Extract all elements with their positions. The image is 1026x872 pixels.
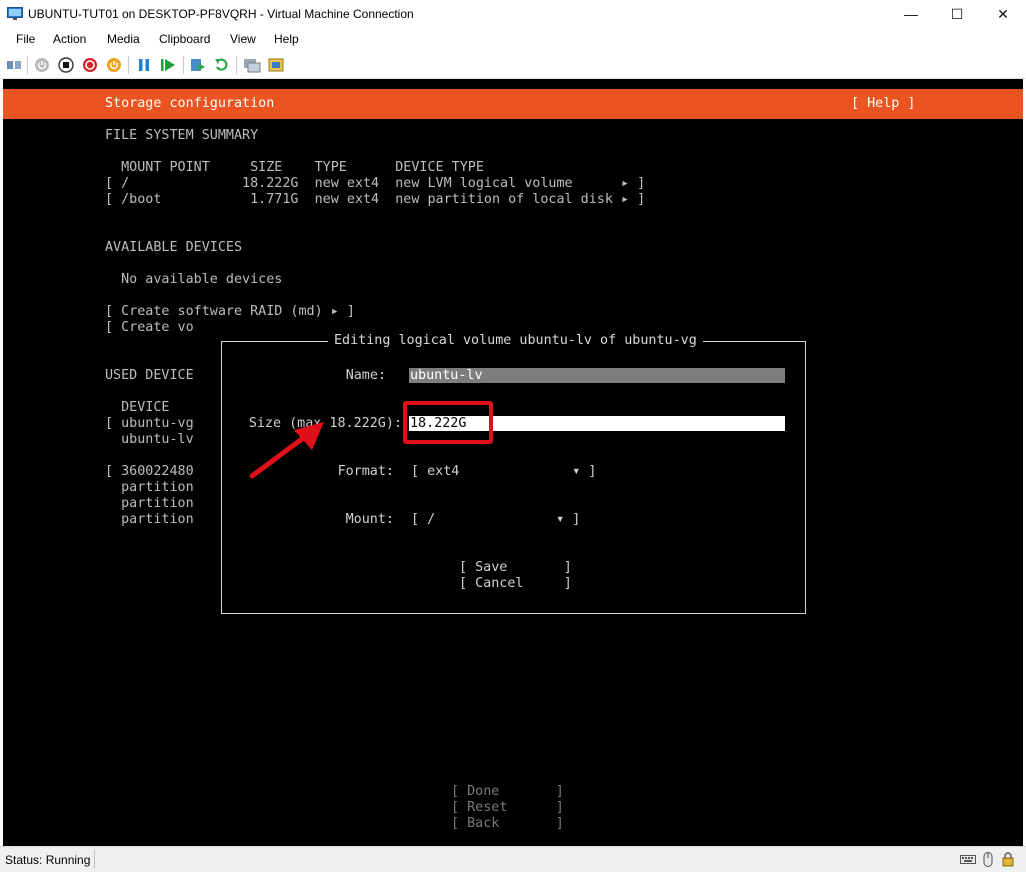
mount-select[interactable]: [ / ▾ ] xyxy=(411,512,580,528)
annotation-arrow-icon xyxy=(249,422,324,479)
used-device-line[interactable]: [ ubuntu-vg xyxy=(105,416,194,432)
done-button[interactable]: [ Done ] xyxy=(451,784,564,800)
installer-header: Storage configuration [ Help ] xyxy=(3,89,1023,119)
turn-off-icon[interactable] xyxy=(57,56,75,74)
fs-row-boot[interactable]: [ /boot 1.771G new ext4 new partition of… xyxy=(105,192,645,208)
used-device-line: DEVICE xyxy=(105,400,170,415)
menu-file[interactable]: File xyxy=(16,32,35,46)
lock-icon xyxy=(1002,852,1014,867)
name-field[interactable]: ubuntu-lv xyxy=(409,368,785,383)
help-button[interactable]: [ Help ] xyxy=(851,96,916,111)
size-highlight-box xyxy=(403,401,493,444)
minimize-button[interactable]: — xyxy=(888,0,934,29)
menu-media[interactable]: Media xyxy=(107,32,140,46)
toolbar xyxy=(0,51,1026,79)
status-bar: Status: Running xyxy=(0,846,1026,872)
vm-connection-icon xyxy=(7,7,23,20)
window-title: UBUNTU-TUT01 on DESKTOP-PF8VQRH - Virtua… xyxy=(28,7,414,21)
used-device-line: partition xyxy=(105,480,194,495)
used-device-line: partition xyxy=(105,496,194,511)
used-device-line[interactable]: [ 360022480 xyxy=(105,464,194,480)
pause-icon[interactable] xyxy=(135,56,153,74)
name-label: Name: xyxy=(345,368,386,383)
resume-icon[interactable] xyxy=(159,56,177,74)
zoom-icon[interactable] xyxy=(267,56,285,74)
status-separator xyxy=(94,850,95,869)
mount-label: Mount: xyxy=(345,512,394,527)
format-select[interactable]: [ ext4 ▾ ] xyxy=(411,464,596,480)
toolbar-separator xyxy=(27,56,28,74)
no-devices-text: No available devices xyxy=(105,272,283,287)
used-device-line: partition xyxy=(105,512,194,527)
window-titlebar: UBUNTU-TUT01 on DESKTOP-PF8VQRH - Virtua… xyxy=(0,0,1026,29)
close-button[interactable]: ✕ xyxy=(980,0,1026,29)
fs-summary-heading: FILE SYSTEM SUMMARY xyxy=(105,128,259,143)
toolbar-separator xyxy=(236,56,237,74)
back-button[interactable]: [ Back ] xyxy=(451,816,564,832)
toolbar-separator xyxy=(128,56,129,74)
ctrl-alt-del-icon[interactable] xyxy=(5,56,23,74)
maximize-button[interactable]: ☐ xyxy=(934,0,980,29)
dialog-title: Editing logical volume ubuntu-lv of ubun… xyxy=(328,333,703,349)
start-icon[interactable] xyxy=(33,56,51,74)
enhanced-session-icon[interactable] xyxy=(243,56,261,74)
revert-icon[interactable] xyxy=(213,56,231,74)
save-state-icon[interactable] xyxy=(105,56,123,74)
keyboard-icon xyxy=(960,855,976,864)
checkpoint-icon[interactable] xyxy=(189,56,207,74)
menu-action[interactable]: Action xyxy=(53,32,86,46)
fs-row-root[interactable]: [ / 18.222G new ext4 new LVM logical vol… xyxy=(105,176,645,192)
vm-screen[interactable]: Storage configuration [ Help ] FILE SYST… xyxy=(3,79,1023,846)
installer-title: Storage configuration xyxy=(105,96,275,111)
reset-button[interactable]: [ Reset ] xyxy=(451,800,564,816)
create-volume-group-button[interactable]: [ Create vo xyxy=(105,320,194,336)
toolbar-separator xyxy=(183,56,184,74)
shutdown-icon[interactable] xyxy=(81,56,99,74)
menu-clipboard[interactable]: Clipboard xyxy=(159,32,210,46)
fs-columns-header: MOUNT POINT SIZE TYPE DEVICE TYPE xyxy=(105,160,484,175)
available-devices-heading: AVAILABLE DEVICES xyxy=(105,240,243,255)
status-text: Status: Running xyxy=(5,853,91,867)
save-button[interactable]: [ Save ] xyxy=(459,560,572,576)
used-devices-heading: USED DEVICE xyxy=(105,368,194,383)
menu-help[interactable]: Help xyxy=(274,32,299,46)
create-raid-button[interactable]: [ Create software RAID (md) ▸ ] xyxy=(105,304,355,320)
mouse-icon xyxy=(983,852,993,867)
menu-bar: File Action Media Clipboard View Help xyxy=(0,29,1026,51)
menu-view[interactable]: View xyxy=(230,32,256,46)
cancel-button[interactable]: [ Cancel ] xyxy=(459,576,572,592)
used-device-line: ubuntu-lv xyxy=(105,432,194,447)
